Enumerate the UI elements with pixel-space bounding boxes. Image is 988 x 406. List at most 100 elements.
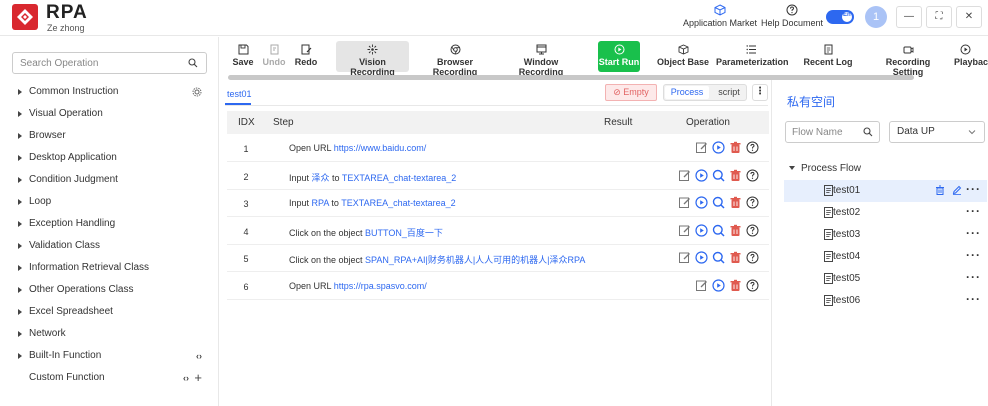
edit-icon[interactable]: [678, 251, 691, 264]
flow-item[interactable]: test06 ···: [784, 290, 987, 312]
help-document-link[interactable]: Help Document: [752, 4, 832, 28]
flow-item[interactable]: test05 ···: [784, 268, 987, 290]
add-function-icon[interactable]: +: [194, 367, 202, 389]
flow-item[interactable]: test04 ···: [784, 246, 987, 268]
window-recording-button[interactable]: Window Recording: [502, 41, 580, 77]
delete-icon[interactable]: [729, 279, 742, 292]
table-row[interactable]: 6 Open URL https://rpa.spasvo.com/: [227, 273, 769, 300]
run-step-icon[interactable]: [695, 196, 708, 209]
start-run-button[interactable]: Start Run: [598, 41, 640, 72]
locate-icon[interactable]: [712, 169, 725, 182]
parameterization-button[interactable]: Parameterization: [716, 41, 789, 72]
sidebar-item-custom-function[interactable]: Custom Function ‹› +: [0, 367, 219, 389]
sidebar-item-common-instruction[interactable]: Common Instruction: [0, 81, 219, 103]
sidebar-item-built-in-function[interactable]: Built-In Function ‹›: [0, 345, 219, 367]
language-toggle[interactable]: En: [826, 10, 854, 24]
sidebar-item-exception-handling[interactable]: Exception Handling: [0, 213, 219, 235]
process-mode-tab[interactable]: Process: [665, 86, 709, 99]
vision-recording-button[interactable]: Vision Recording: [336, 41, 409, 77]
table-row[interactable]: 4 Click on the object BUTTON_百度一下: [227, 218, 769, 245]
edit-icon[interactable]: [678, 196, 691, 209]
search-icon[interactable]: [188, 58, 198, 68]
edit-icon[interactable]: [678, 224, 691, 237]
edit-icon[interactable]: [695, 141, 708, 154]
save-button[interactable]: Save: [228, 41, 258, 72]
step-target-link[interactable]: SPAN_RPA+AI|财务机器人|人人可用的机器人|泽众RPA: [365, 255, 585, 265]
sidebar-item-loop[interactable]: Loop: [0, 191, 219, 213]
step-target-link[interactable]: https://www.baidu.com/: [334, 143, 427, 153]
step-target-link[interactable]: 泽众: [312, 173, 330, 183]
help-icon[interactable]: [746, 141, 759, 154]
script-mode-tab[interactable]: script: [712, 86, 746, 99]
step-target-link[interactable]: RPA: [312, 198, 329, 208]
gear-icon[interactable]: [192, 87, 202, 97]
run-step-icon[interactable]: [712, 278, 725, 292]
table-row[interactable]: 1 Open URL https://www.baidu.com/: [227, 135, 769, 162]
close-button[interactable]: ✕: [956, 6, 982, 28]
browser-recording-button[interactable]: Browser Recording: [416, 41, 494, 77]
run-step-icon[interactable]: [712, 141, 725, 154]
sidebar-item-validation-class[interactable]: Validation Class: [0, 235, 219, 257]
step-target-link-2[interactable]: TEXTAREA_chat-textarea_2: [342, 173, 456, 183]
help-icon[interactable]: [746, 196, 759, 209]
locate-icon[interactable]: [712, 224, 725, 237]
help-icon[interactable]: [746, 169, 759, 182]
flow-name-input[interactable]: [786, 122, 862, 142]
delete-icon[interactable]: [729, 141, 742, 154]
delete-icon[interactable]: [729, 169, 742, 182]
object-base-button[interactable]: Object Base: [656, 41, 710, 72]
table-row[interactable]: 2 Input 泽众 to TEXTAREA_chat-textarea_2: [227, 163, 769, 190]
sidebar-item-network[interactable]: Network: [0, 323, 219, 345]
sidebar-item-visual-operation[interactable]: Visual Operation: [0, 103, 219, 125]
undo-button[interactable]: Undo: [260, 41, 288, 72]
sidebar-item-information-retrieval[interactable]: Information Retrieval Class: [0, 257, 219, 279]
sidebar-item-desktop-application[interactable]: Desktop Application: [0, 147, 219, 169]
locate-icon[interactable]: [712, 251, 725, 264]
run-step-icon[interactable]: [695, 223, 708, 237]
code-icon[interactable]: ‹›: [196, 345, 202, 367]
operation-search-input[interactable]: [13, 53, 183, 73]
sidebar-item-condition-judgment[interactable]: Condition Judgment: [0, 169, 219, 191]
delete-icon[interactable]: [729, 224, 742, 237]
flow-item[interactable]: test01 ···: [784, 180, 987, 202]
more-icon[interactable]: ···: [966, 270, 981, 284]
delete-icon[interactable]: [935, 185, 945, 195]
help-icon[interactable]: [746, 251, 759, 264]
maximize-button[interactable]: ⛶: [926, 6, 952, 28]
edit-icon[interactable]: [678, 169, 691, 182]
sidebar-item-browser[interactable]: Browser: [0, 125, 219, 147]
help-icon[interactable]: [746, 279, 759, 292]
recent-log-button[interactable]: Recent Log: [802, 41, 854, 72]
code-icon[interactable]: ‹›: [183, 367, 189, 389]
process-flow-node[interactable]: Process Flow: [789, 163, 861, 174]
tab-test01[interactable]: test01: [227, 89, 252, 99]
more-icon[interactable]: ···: [966, 226, 981, 240]
flow-item[interactable]: test02 ···: [784, 202, 987, 224]
locate-icon[interactable]: [712, 196, 725, 209]
table-row[interactable]: 3 Input RPA to TEXTAREA_chat-textarea_2: [227, 190, 769, 217]
empty-button[interactable]: ⊘ Empty: [605, 84, 657, 101]
playback-button[interactable]: Playbaci: [954, 41, 988, 72]
application-market-link[interactable]: Application Market: [680, 4, 760, 28]
more-icon[interactable]: ···: [966, 204, 981, 218]
avatar[interactable]: 1: [865, 6, 887, 28]
sidebar-item-other-operations[interactable]: Other Operations Class: [0, 279, 219, 301]
run-step-icon[interactable]: [695, 251, 708, 264]
step-target-link[interactable]: BUTTON_百度一下: [365, 228, 443, 238]
more-icon[interactable]: ···: [966, 182, 981, 196]
redo-button[interactable]: Redo: [292, 41, 320, 72]
delete-icon[interactable]: [729, 196, 742, 209]
more-options-button[interactable]: ⋮: [752, 84, 768, 101]
edit-icon[interactable]: [952, 185, 962, 195]
minimize-button[interactable]: —: [896, 6, 922, 28]
search-icon[interactable]: [863, 127, 873, 137]
sidebar-item-excel-spreadsheet[interactable]: Excel Spreadsheet: [0, 301, 219, 323]
step-target-link[interactable]: https://rpa.spasvo.com/: [334, 281, 427, 291]
run-step-icon[interactable]: [695, 168, 708, 182]
step-target-link-2[interactable]: TEXTAREA_chat-textarea_2: [341, 198, 455, 208]
flow-item[interactable]: test03 ···: [784, 224, 987, 246]
recording-setting-button[interactable]: Recording Setting: [870, 41, 946, 77]
edit-icon[interactable]: [695, 279, 708, 292]
delete-icon[interactable]: [729, 251, 742, 264]
sort-select[interactable]: Data UP: [889, 121, 985, 143]
